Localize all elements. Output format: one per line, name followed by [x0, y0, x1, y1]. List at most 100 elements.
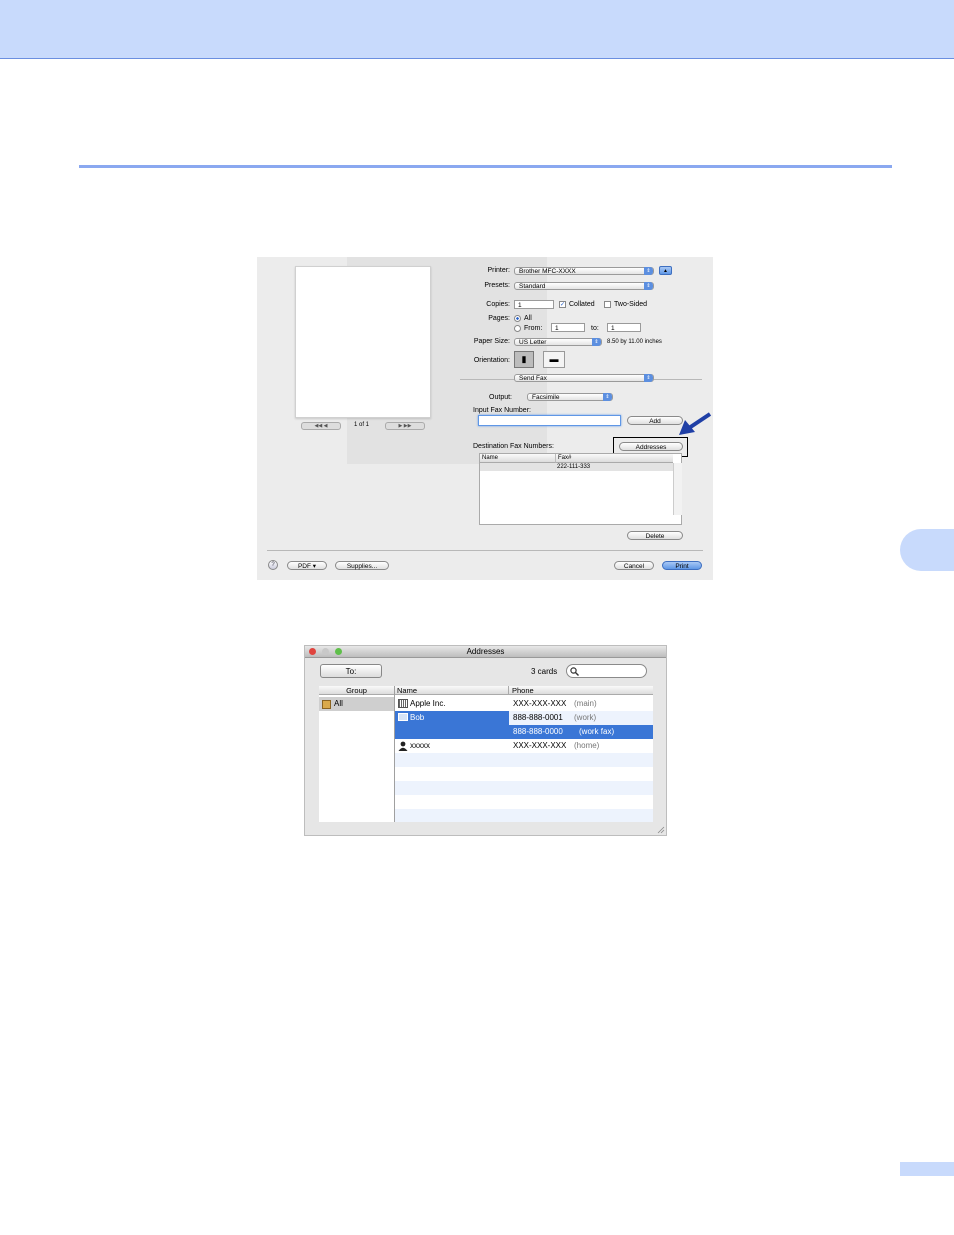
pages-to-field[interactable]: 1 — [607, 323, 641, 332]
name-column-header[interactable]: Name — [395, 686, 509, 695]
selected-contact-highlight[interactable]: Bob — [395, 711, 509, 739]
contact-phone: 888-888-0000 — [513, 727, 563, 736]
popup-arrows-icon: ⇕ — [644, 282, 653, 290]
contact-name: xxxxx — [410, 741, 430, 750]
section-value: Send Fax — [519, 375, 547, 382]
destination-fax-list[interactable]: Name Fax# 222-111-333 — [479, 453, 682, 525]
print-button[interactable]: Print — [662, 561, 702, 570]
paper-size-popup[interactable]: US Letter ⇕ — [514, 338, 602, 346]
output-value: Facsimile — [532, 394, 560, 401]
presets-label: Presets: — [484, 282, 510, 289]
output-popup[interactable]: Facsimile ⇕ — [527, 393, 613, 401]
group-card-icon — [322, 700, 331, 709]
minimize-window-icon[interactable] — [322, 648, 329, 655]
popup-arrows-icon: ⇕ — [644, 374, 653, 382]
pages-label: Pages: — [488, 315, 510, 322]
copies-field[interactable]: 1 — [514, 300, 554, 309]
help-button[interactable]: ? — [268, 560, 278, 570]
table-row[interactable]: Apple Inc. XXX-XXX-XXX (main) — [395, 697, 653, 711]
list-scrollbar[interactable] — [673, 463, 682, 515]
pages-from-radio[interactable] — [514, 325, 521, 332]
input-fax-number-field[interactable] — [478, 415, 621, 426]
person-icon — [398, 741, 408, 751]
to-button[interactable]: To: — [320, 664, 382, 678]
table-row[interactable]: 222-111-333 — [480, 463, 673, 471]
section-rule — [79, 165, 892, 168]
section-popup[interactable]: Send Fax ⇕ — [514, 374, 654, 382]
contact-name: Bob — [410, 713, 425, 722]
pages-from-label: From: — [524, 325, 543, 332]
paper-size-dimensions: 8.50 by 11.00 inches — [607, 339, 662, 345]
table-row[interactable]: 888-888-0001 (work) — [509, 711, 653, 725]
cards-count: 3 cards — [531, 667, 558, 676]
contact-phone-type: (work fax) — [579, 727, 615, 736]
paper-size-label: Paper Size: — [473, 338, 510, 345]
contact-card-icon — [398, 713, 408, 721]
page-count-label: 1 of 1 — [354, 422, 370, 428]
preview-next-buttons[interactable]: ▶ ▶▶ — [385, 422, 425, 430]
page-header-band — [0, 0, 954, 59]
contact-phone: 888-888-0001 — [513, 713, 563, 722]
phone-column-header[interactable]: Phone — [509, 686, 653, 695]
contact-phone-type: (work) — [574, 713, 597, 722]
group-column: Group All — [319, 686, 395, 822]
printer-label: Printer: — [487, 267, 510, 274]
contact-phone: XXX-XXX-XXX — [513, 741, 567, 750]
collated-checkbox[interactable]: ✓ — [559, 301, 566, 308]
chapter-tab — [900, 529, 954, 571]
contacts-list[interactable]: Name Phone Apple Inc. XXX-XXX-XXX (main)… — [395, 686, 653, 822]
add-button[interactable]: Add — [627, 416, 683, 425]
empty-row — [395, 781, 653, 795]
group-item-all[interactable]: All — [319, 697, 394, 711]
printer-value: Brother MFC-XXXX — [519, 268, 576, 275]
two-sided-label: Two-Sided — [614, 301, 648, 308]
contact-phone: XXX-XXX-XXX — [513, 699, 567, 708]
cancel-button[interactable]: Cancel — [614, 561, 654, 570]
table-row[interactable]: xxxxx XXX-XXX-XXX (home) — [395, 739, 653, 753]
fax-column-header[interactable]: Fax# — [555, 454, 673, 463]
close-window-icon[interactable] — [309, 648, 316, 655]
print-dialog-screenshot: ◀◀ ◀ 1 of 1 ▶ ▶▶ Printer: Brother MFC-XX… — [257, 257, 713, 580]
collated-label: Collated — [569, 301, 595, 308]
addresses-window-screenshot: Addresses To: 3 cards Group All Name Pho… — [304, 645, 667, 836]
page-preview — [295, 266, 431, 418]
search-input[interactable] — [566, 664, 647, 678]
company-building-icon — [398, 699, 408, 708]
page-number-tab — [900, 1162, 954, 1176]
zoom-window-icon[interactable] — [335, 648, 342, 655]
printer-popup[interactable]: Brother MFC-XXXX ⇕ — [514, 267, 654, 275]
copies-label: Copies: — [486, 301, 510, 308]
pages-all-radio[interactable] — [514, 315, 521, 322]
footer-separator — [267, 550, 703, 551]
contact-phone-type: (home) — [574, 741, 600, 750]
callout-arrow-icon — [679, 412, 712, 435]
paper-size-value: US Letter — [519, 339, 547, 346]
contact-phone-type: (main) — [574, 699, 597, 708]
portrait-orientation-icon[interactable]: ▮ — [514, 351, 534, 368]
group-column-header[interactable]: Group — [319, 686, 394, 695]
pdf-button[interactable]: PDF ▾ — [287, 561, 327, 570]
pages-to-label: to: — [591, 325, 599, 332]
preview-prev-buttons[interactable]: ◀◀ ◀ — [301, 422, 341, 430]
search-icon — [570, 667, 579, 676]
popup-arrows-icon: ⇕ — [592, 338, 601, 346]
landscape-orientation-icon[interactable]: ▬ — [543, 351, 565, 368]
presets-popup[interactable]: Standard ⇕ — [514, 282, 654, 290]
resize-grip-icon[interactable] — [657, 826, 665, 834]
pages-from-field[interactable]: 1 — [551, 323, 585, 332]
group-all-label: All — [334, 699, 343, 708]
addresses-button[interactable]: Addresses — [619, 442, 683, 451]
name-column-header[interactable]: Name — [480, 454, 555, 463]
disclosure-triangle-icon[interactable]: ▲ — [659, 266, 672, 275]
pages-all-label: All — [524, 315, 532, 322]
supplies-button[interactable]: Supplies... — [335, 561, 389, 570]
empty-row — [395, 753, 653, 767]
contact-name: Apple Inc. — [410, 699, 446, 708]
two-sided-checkbox[interactable] — [604, 301, 611, 308]
orientation-label: Orientation: — [473, 357, 510, 364]
table-row[interactable]: 888-888-0000 (work fax) — [509, 725, 653, 739]
delete-button[interactable]: Delete — [627, 531, 683, 540]
destination-fax-numbers-label: Destination Fax Numbers: — [473, 443, 554, 450]
popup-arrows-icon: ⇕ — [603, 393, 612, 401]
window-title: Addresses — [466, 647, 505, 656]
